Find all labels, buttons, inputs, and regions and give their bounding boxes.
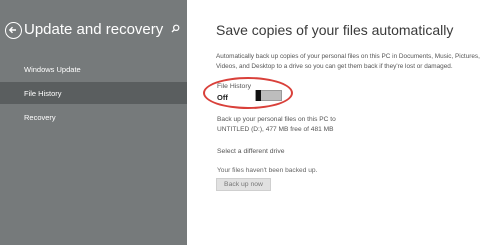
back-up-now-button[interactable]: Back up now [216, 178, 271, 191]
sidebar-item-windows-update[interactable]: Windows Update [0, 58, 187, 80]
file-history-label: File History [217, 83, 251, 90]
search-icon[interactable] [171, 24, 180, 33]
backup-info-line: Back up your personal files on this PC t… [217, 116, 336, 123]
page-title: Save copies of your files automatically [216, 22, 454, 38]
page-category-title: Update and recovery [24, 21, 164, 38]
file-history-toggle[interactable] [255, 90, 282, 101]
backup-info-line: UNTITLED (D:), 477 MB free of 481 MB [217, 126, 334, 133]
toggle-state-label: Off [217, 93, 228, 102]
sidebar-item-label: File History [24, 89, 62, 98]
sidebar: Update and recovery Windows Update File … [0, 0, 187, 245]
sidebar-item-file-history[interactable]: File History [0, 82, 187, 104]
description-line: Automatically back up copies of your per… [216, 53, 480, 60]
sidebar-item-label: Recovery [24, 113, 56, 122]
sidebar-item-label: Windows Update [24, 65, 81, 74]
backup-status-text: Your files haven't been backed up. [217, 167, 318, 174]
backup-drive-info: Back up your personal files on this PC t… [217, 115, 336, 135]
sidebar-item-recovery[interactable]: Recovery [0, 106, 187, 128]
select-drive-link[interactable]: Select a different drive [217, 148, 285, 155]
toggle-thumb[interactable] [256, 90, 261, 101]
sidebar-header: Update and recovery [5, 21, 187, 44]
back-arrow-icon [8, 26, 16, 34]
back-button[interactable] [5, 22, 22, 39]
description: Automatically back up copies of your per… [216, 52, 480, 72]
main-content: Save copies of your files automatically … [187, 0, 500, 245]
description-line: Videos, and Desktop to a drive so you ca… [216, 63, 453, 70]
